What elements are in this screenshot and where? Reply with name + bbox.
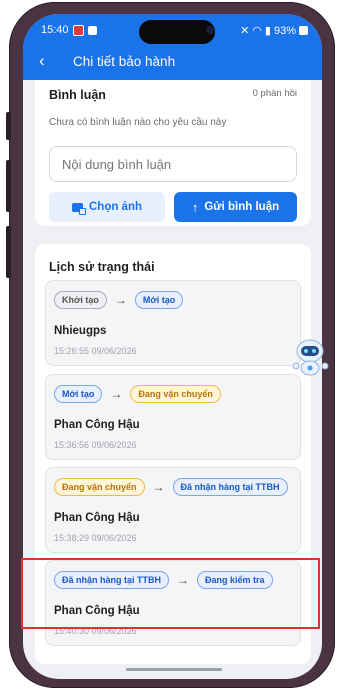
history-person: Phan Công Hậu bbox=[54, 605, 140, 617]
history-time: 15:36:56 09/06/2026 bbox=[54, 440, 137, 450]
message-icon bbox=[87, 25, 97, 35]
to-status-chip: Đã nhận hàng tại TTBH bbox=[172, 478, 288, 496]
history-title: Lịch sử trạng thái bbox=[49, 260, 155, 274]
history-time: 15:38:29 09/06/2026 bbox=[54, 533, 137, 543]
arrow-right-icon: → bbox=[114, 293, 127, 307]
chevron-left-icon[interactable]: ‹ bbox=[39, 52, 45, 70]
comment-input[interactable] bbox=[49, 146, 297, 182]
signal-icon: ▮ bbox=[264, 25, 271, 37]
to-status-chip: Đang kiểm tra bbox=[197, 571, 273, 589]
battery-icon bbox=[299, 26, 308, 35]
choose-image-label: Chọn ảnh bbox=[88, 201, 143, 213]
from-status-chip: Đang vận chuyển bbox=[54, 478, 145, 496]
from-status-chip: Mới tạo bbox=[54, 385, 103, 403]
app-bar: ‹ Chi tiết bảo hành bbox=[23, 44, 322, 80]
status-time: 15:40 bbox=[41, 24, 69, 36]
robot-assistant-icon[interactable] bbox=[290, 336, 330, 380]
history-time: 15:40:30 09/06/2026 bbox=[54, 626, 137, 636]
history-item: Khởi tạo → Mới tạo Nhieugps 15:26:55 09/… bbox=[45, 280, 301, 366]
from-status-chip: Đã nhận hàng tại TTBH bbox=[54, 571, 169, 589]
battery-text: 93% bbox=[273, 24, 296, 37]
phone-side-button bbox=[6, 112, 11, 140]
mute-icon: ✕ bbox=[240, 25, 250, 37]
image-icon bbox=[71, 202, 86, 215]
send-comment-label: Gửi bình luận bbox=[204, 201, 280, 213]
phone-side-button bbox=[6, 160, 11, 212]
history-item: Mới tạo → Đang vận chuyển Phan Công Hậu … bbox=[45, 374, 301, 460]
screen: 15:40 ✕ ◠ ▮ 93% ‹ Chi tiết bảo hành Bình… bbox=[23, 14, 322, 679]
wifi-icon: ◠ bbox=[252, 25, 262, 37]
arrow-up-icon: ↑ bbox=[191, 199, 199, 215]
to-status-chip: Đang vận chuyển bbox=[130, 385, 221, 403]
comment-count: 0 phản hồi bbox=[252, 88, 297, 99]
send-comment-button[interactable]: ↑ Gửi bình luận bbox=[174, 192, 297, 222]
camera-lens bbox=[206, 26, 214, 34]
status-history-card: Lịch sử trạng thái Khởi tạo → Mới tạo Nh… bbox=[35, 244, 311, 664]
history-item: Đang vận chuyển → Đã nhận hàng tại TTBH … bbox=[45, 467, 301, 553]
home-indicator[interactable] bbox=[126, 668, 222, 671]
history-item: Đã nhận hàng tại TTBH → Đang kiểm tra Ph… bbox=[45, 560, 301, 646]
notification-icon bbox=[72, 24, 84, 36]
page-title: Chi tiết bảo hành bbox=[73, 54, 176, 69]
arrow-right-icon: → bbox=[177, 573, 189, 587]
history-person: Phan Công Hậu bbox=[54, 419, 140, 431]
to-status-chip: Mới tạo bbox=[134, 291, 184, 309]
empty-comments-text: Chưa có bình luận nào cho yêu cầu này bbox=[49, 117, 227, 128]
arrow-right-icon: → bbox=[152, 480, 165, 494]
phone-side-button bbox=[6, 226, 11, 278]
choose-image-button[interactable]: Chọn ảnh bbox=[49, 192, 165, 222]
comments-title: Bình luận bbox=[49, 88, 106, 102]
arrow-right-icon: → bbox=[110, 387, 123, 401]
history-time: 15:26:55 09/06/2026 bbox=[54, 346, 137, 356]
comments-card: Bình luận 0 phản hồi Chưa có bình luận n… bbox=[35, 80, 311, 226]
from-status-chip: Khởi tạo bbox=[54, 291, 107, 309]
camera-notch bbox=[139, 20, 215, 44]
history-person: Nhieugps bbox=[54, 325, 107, 337]
history-person: Phan Công Hậu bbox=[54, 512, 140, 524]
